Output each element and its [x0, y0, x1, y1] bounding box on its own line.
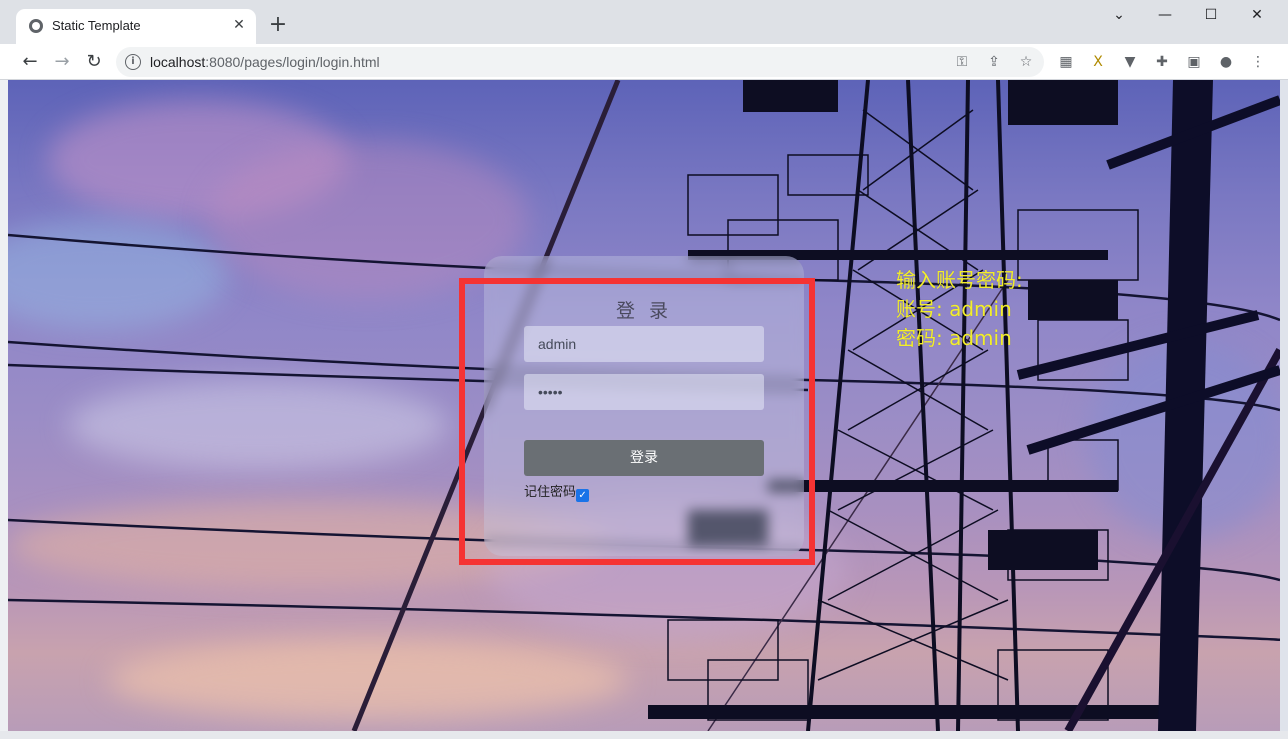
window-left-edge	[0, 80, 8, 739]
url-text[interactable]: localhost:8080/pages/login/login.html	[150, 54, 380, 70]
tab-title: Static Template	[52, 18, 141, 33]
forward-button[interactable]: →	[49, 49, 75, 75]
share-icon[interactable]: ⇪	[984, 52, 1004, 72]
hint-line-2: 账号: admin	[896, 297, 1012, 321]
hint-line-3: 密码: admin	[896, 326, 1012, 350]
credentials-hint: 输入账号密码: 账号: admin 密码: admin	[896, 266, 1023, 353]
new-tab-button[interactable]: +	[266, 14, 290, 38]
minimize-button[interactable]: —	[1150, 4, 1180, 26]
globe-icon	[29, 19, 43, 33]
extension-x-icon[interactable]: X	[1088, 52, 1108, 72]
puzzle-icon[interactable]: ✚	[1152, 52, 1172, 72]
url-host: localhost	[150, 54, 206, 70]
sidebar-icon[interactable]: ▣	[1184, 52, 1204, 72]
maximize-button[interactable]: ☐	[1196, 4, 1226, 26]
back-button[interactable]: ←	[17, 49, 43, 75]
tab-search-button[interactable]: ⌄	[1104, 4, 1134, 26]
highlight-box	[459, 278, 815, 565]
info-icon[interactable]: i	[125, 54, 141, 70]
browser-tab[interactable]: Static Template ✕	[16, 9, 256, 44]
url-path: :8080/pages/login/login.html	[205, 54, 380, 70]
tab-close-icon[interactable]: ✕	[231, 17, 247, 33]
reload-button[interactable]: ↻	[81, 49, 107, 75]
window-bottom-edge	[0, 731, 1288, 739]
key-icon[interactable]: ⚿	[952, 52, 972, 72]
tab-strip: Static Template ✕ + ⌄ — ☐ ✕	[0, 0, 1288, 44]
profile-icon[interactable]: ●	[1216, 52, 1236, 72]
menu-icon[interactable]: ⋮	[1248, 52, 1268, 72]
extension-1-icon[interactable]: ▦	[1056, 52, 1076, 72]
close-window-button[interactable]: ✕	[1242, 4, 1272, 26]
browser-toolbar: ← → ↻ i localhost:8080/pages/login/login…	[0, 44, 1288, 80]
hint-line-1: 输入账号密码:	[896, 268, 1023, 292]
extension-v-icon[interactable]: ▼	[1120, 52, 1140, 72]
star-icon[interactable]: ☆	[1016, 52, 1036, 72]
address-bar[interactable]: i localhost:8080/pages/login/login.html …	[116, 47, 1044, 77]
